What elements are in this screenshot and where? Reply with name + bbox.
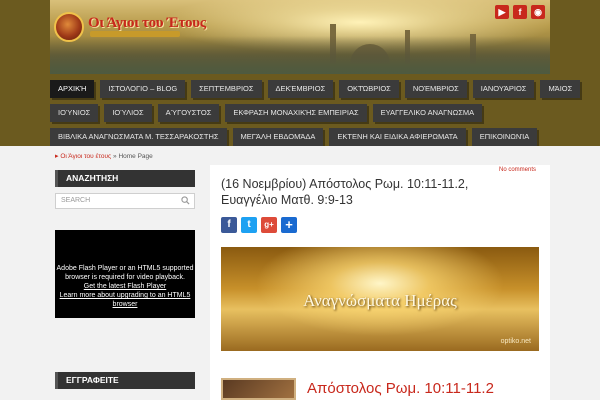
flash-message: Adobe Flash Player or an HTML5 supported…: [56, 265, 194, 281]
post-title[interactable]: (16 Νοεμβρίου) Απόστολος Ρωμ. 10:11-11.2…: [221, 176, 521, 208]
nav-item-january[interactable]: ΙΑΝΟΥΆΡΙΟΣ: [472, 80, 535, 98]
subscribe-heading: ΕΓΓΡΑΦΕΙΤΕ: [55, 372, 195, 389]
comments-link[interactable]: No comments: [485, 165, 550, 175]
nav-item-special-features[interactable]: ΕΚΤΕΝΗ ΚΑΙ ΕΙΔΙΚΑ ΑΦΙΕΡΩΜΑΤΑ: [329, 128, 466, 146]
main-nav: ΑΡΧΙΚΉ ΙΣΤΟΛΟΓΙΟ – BLOG ΣΕΠΤΈΜΒΡΙΟΣ ΔΕΚΈ…: [50, 80, 581, 152]
search-input[interactable]: SEARCH: [55, 193, 195, 209]
breadcrumb-separator: »: [113, 153, 117, 160]
nav-item-october[interactable]: ΟΚΤΏΒΡΙΟΣ: [339, 80, 399, 98]
share-more-icon[interactable]: +: [281, 217, 297, 233]
nav-item-december[interactable]: ΔΕΚΈΜΒΡΙΟΣ: [267, 80, 334, 98]
nav-row-3: ΒΙΒΛΙΚΑ ΑΝΑΓΝΩΣΜΑΤΑ Μ. ΤΕΣΣΑΡΑΚΟΣΤΗΣ ΜΕΓ…: [50, 128, 550, 147]
nav-item-june[interactable]: ΙΟΎΝΙΟΣ: [50, 104, 99, 122]
nav-item-gospel-reading[interactable]: ΕΥΑΓΓΕΛΙΚΟ ΑΝΑΓΝΩΣΜΑ: [372, 104, 483, 122]
search-icon[interactable]: [181, 196, 190, 205]
flash-get-player-link[interactable]: Get the latest Flash Player: [55, 282, 195, 291]
nav-item-august[interactable]: ΑΎΓΟΥΣΤΟΣ: [157, 104, 220, 122]
flash-video-player[interactable]: Adobe Flash Player or an HTML5 supported…: [55, 230, 195, 318]
nav-row-1: ΑΡΧΙΚΉ ΙΣΤΟΛΟΓΙΟ – BLOG ΣΕΠΤΈΜΒΡΙΟΣ ΔΕΚΈ…: [50, 80, 581, 99]
flash-learn-more-link[interactable]: Learn more about upgrading to an HTML5 b…: [55, 291, 195, 309]
nav-item-contact[interactable]: ΕΠΙΚΟΙΝΩΝΊΑ: [471, 128, 538, 146]
site-subtitle-bar: [90, 31, 180, 37]
site-logo-icon[interactable]: [54, 12, 84, 42]
nav-item-november[interactable]: ΝΟΈΜΒΡΙΟΣ: [404, 80, 467, 98]
search-placeholder: SEARCH: [61, 197, 91, 204]
rss-icon[interactable]: ◉: [531, 5, 545, 19]
nav-item-blog[interactable]: ΙΣΤΟΛΟΓΙΟ – BLOG: [100, 80, 186, 98]
reading-thumbnail: [221, 378, 296, 400]
breadcrumb-home-link[interactable]: Οι Άγιοι του έτους: [60, 153, 111, 160]
header-city: [50, 36, 550, 74]
reading-title: Απόστολος Ρωμ. 10:11-11.2: [307, 380, 494, 397]
breadcrumb-current: Home Page: [118, 153, 153, 160]
nav-item-july[interactable]: ΙΟΎΛΙΟΣ: [104, 104, 152, 122]
share-googleplus-icon[interactable]: g+: [261, 217, 277, 233]
banner-text: Αναγνώσματα Ημέρας: [303, 291, 457, 310]
nav-item-holy-week[interactable]: ΜΕΓΆΛΗ ΕΒΔΟΜΆΔΑ: [232, 128, 324, 146]
facebook-icon[interactable]: f: [513, 5, 527, 19]
nav-row-2: ΙΟΎΝΙΟΣ ΙΟΎΛΙΟΣ ΑΎΓΟΥΣΤΟΣ ΕΚΦΡΑΣΗ ΜΟΝΑΧΙ…: [50, 104, 550, 123]
share-facebook-icon[interactable]: f: [221, 217, 237, 233]
readings-banner-image: Αναγνώσματα Ημέρας optiko.net: [221, 247, 539, 351]
nav-item-lent-readings[interactable]: ΒΙΒΛΙΚΑ ΑΝΑΓΝΩΣΜΑΤΑ Μ. ΤΕΣΣΑΡΑΚΟΣΤΗΣ: [50, 128, 227, 146]
nav-item-september[interactable]: ΣΕΠΤΈΜΒΡΙΟΣ: [191, 80, 262, 98]
breadcrumb: ▸ Οι Άγιοι του έτους » Home Page: [55, 152, 153, 160]
nav-item-may[interactable]: ΜΆΙΟΣ: [540, 80, 581, 98]
search-heading: ΑΝΑΖΗΤΗΣΗ: [55, 170, 195, 187]
breadcrumb-arrow-icon: ▸: [55, 153, 59, 160]
header-banner: Οι Άγιοι του Έτους ▶ f ◉: [50, 0, 550, 74]
banner-watermark: optiko.net: [500, 338, 531, 345]
site-title[interactable]: Οι Άγιοι του Έτους: [88, 15, 206, 32]
nav-item-monastic-experience[interactable]: ΕΚΦΡΑΣΗ ΜΟΝΑΧΙΚΉΣ ΕΜΠΕΙΡΙΑΣ: [225, 104, 367, 122]
youtube-icon[interactable]: ▶: [495, 5, 509, 19]
nav-item-home[interactable]: ΑΡΧΙΚΉ: [50, 80, 95, 98]
share-twitter-icon[interactable]: t: [241, 217, 257, 233]
